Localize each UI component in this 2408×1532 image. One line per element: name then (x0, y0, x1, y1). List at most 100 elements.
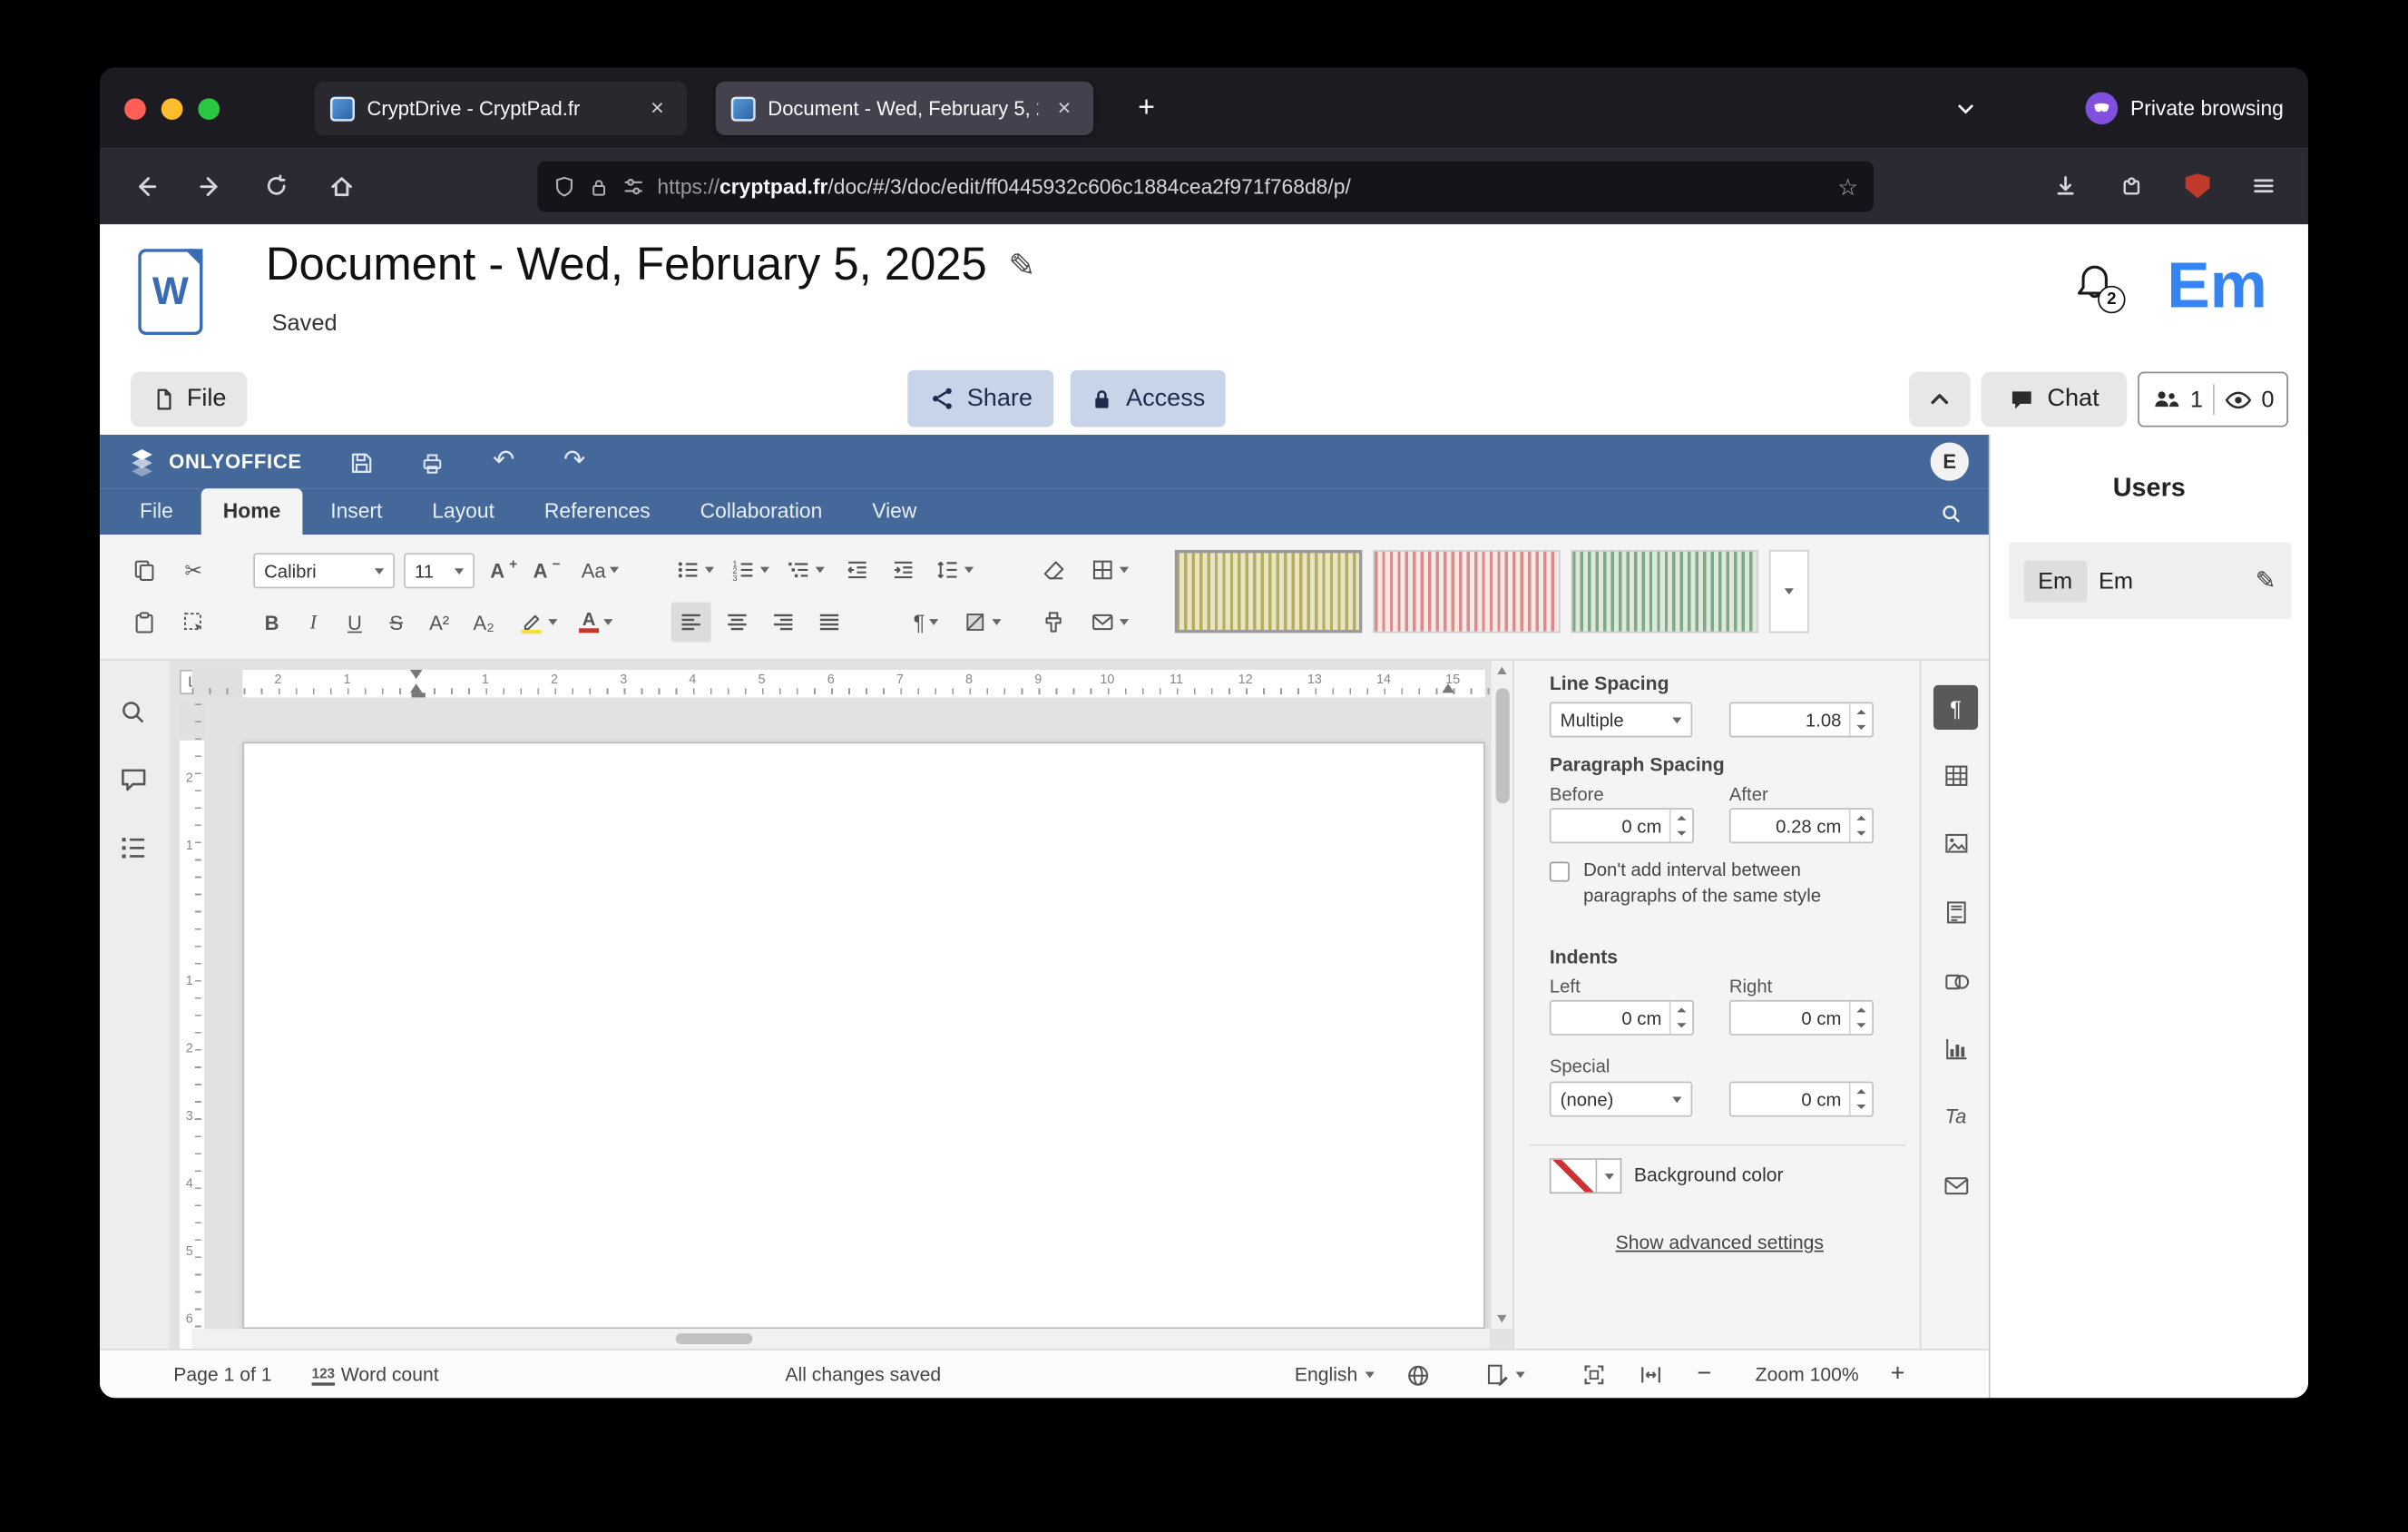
decrement-font-button[interactable]: A− (527, 550, 567, 590)
downloads-button[interactable] (2040, 160, 2092, 212)
access-button[interactable]: Access (1071, 370, 1226, 427)
notifications-button[interactable]: 2 (2070, 261, 2132, 329)
indent-left-spinner[interactable]: 0 cm (1550, 1000, 1694, 1036)
menu-home[interactable]: Home (201, 488, 302, 535)
mail-merge-settings-tab[interactable] (1933, 1163, 1978, 1207)
special-spinner[interactable]: 0 cm (1729, 1082, 1874, 1117)
align-center-button[interactable] (717, 602, 757, 642)
minimize-window-button[interactable] (162, 98, 183, 120)
subscript-button[interactable]: A₂ (464, 602, 504, 642)
font-color-button[interactable]: A (570, 602, 622, 642)
highlight-color-button[interactable] (512, 602, 564, 642)
rename-pencil-icon[interactable]: ✎ (1009, 247, 1036, 285)
strikethrough-button[interactable]: S (377, 602, 415, 642)
spinner-down-icon[interactable] (1851, 720, 1873, 736)
text-art-settings-tab[interactable]: Ta (1933, 1094, 1978, 1138)
style-preview-no-spacing[interactable] (1373, 550, 1560, 633)
spinner-down-icon[interactable] (1851, 826, 1873, 842)
spinner-down-icon[interactable] (1851, 1099, 1873, 1115)
horizontal-scrollbar[interactable] (192, 1329, 1490, 1349)
change-case-button[interactable]: Aa (573, 550, 628, 590)
align-justify-button[interactable] (809, 602, 849, 642)
language-select[interactable]: English (1295, 1350, 1375, 1398)
header-footer-settings-tab[interactable] (1933, 889, 1978, 934)
user-list-item[interactable]: Em Em ✎ (2009, 542, 2291, 619)
document-page[interactable] (242, 742, 1484, 1330)
scrollbar-thumb[interactable] (1496, 688, 1510, 803)
fit-page-button[interactable] (1581, 1350, 1606, 1398)
menu-file[interactable]: File (118, 488, 194, 535)
menu-view[interactable]: View (851, 488, 939, 535)
forward-button[interactable] (184, 160, 237, 212)
indent-right-spinner[interactable]: 0 cm (1729, 1000, 1874, 1036)
ublock-origin-button[interactable] (2171, 160, 2224, 212)
decrease-indent-button[interactable] (837, 550, 876, 590)
font-size-select[interactable]: 11 (404, 553, 475, 588)
chat-button[interactable]: Chat (1981, 372, 2127, 427)
menu-insert[interactable]: Insert (309, 488, 405, 535)
zoom-level[interactable]: Zoom 100% (1756, 1350, 1859, 1398)
spinner-up-icon[interactable] (1851, 703, 1873, 720)
save-button[interactable] (338, 442, 384, 482)
close-tab-icon[interactable]: × (643, 94, 671, 122)
vertical-scrollbar[interactable] (1490, 661, 1512, 1329)
line-spacing-spinner[interactable]: 1.08 (1729, 702, 1874, 738)
h-scrollbar-thumb[interactable] (676, 1333, 753, 1344)
copy-button[interactable] (124, 550, 164, 590)
presence-button[interactable]: 1 0 (2138, 372, 2288, 427)
word-count-button[interactable]: 123 Word count (312, 1350, 439, 1398)
close-tab-icon[interactable]: × (1051, 94, 1078, 122)
special-select[interactable]: (none) (1550, 1082, 1692, 1117)
reload-button[interactable] (250, 160, 303, 212)
new-tab-button[interactable]: + (1126, 87, 1168, 129)
back-button[interactable] (118, 160, 171, 212)
nonprinting-characters-button[interactable]: ¶ (902, 602, 951, 642)
menu-collaboration[interactable]: Collaboration (679, 488, 844, 535)
zoom-window-button[interactable] (198, 98, 220, 120)
scroll-up-arrow[interactable] (1497, 667, 1506, 674)
bullets-button[interactable] (671, 550, 718, 590)
spinner-up-icon[interactable] (1851, 1083, 1873, 1099)
vertical-ruler[interactable]: 21123456 (180, 703, 204, 1349)
spinner-down-icon[interactable] (1671, 826, 1693, 842)
bold-button[interactable]: B (253, 602, 290, 642)
collapse-toolbar-button[interactable] (1909, 372, 1971, 427)
superscript-button[interactable]: A² (419, 602, 459, 642)
clear-style-button[interactable] (1033, 550, 1073, 590)
spinner-up-icon[interactable] (1851, 1002, 1873, 1018)
spacing-before-spinner[interactable]: 0 cm (1550, 808, 1694, 843)
select-all-button[interactable] (173, 602, 213, 642)
redo-button[interactable]: ↷ (552, 441, 598, 481)
increment-font-button[interactable]: A+ (484, 550, 524, 590)
multilevel-list-button[interactable] (782, 550, 828, 590)
file-menu-button[interactable]: File (131, 372, 248, 427)
extensions-button[interactable] (2106, 160, 2158, 212)
menu-layout[interactable]: Layout (411, 488, 516, 535)
url-bar[interactable]: https://cryptpad.fr/doc/#/3/doc/edit/ff0… (537, 162, 1874, 212)
style-preview-heading[interactable] (1571, 550, 1758, 633)
editor-user-avatar[interactable]: E (1931, 442, 1969, 480)
first-line-indent-marker[interactable] (410, 670, 423, 679)
align-right-button[interactable] (763, 602, 803, 642)
account-avatar[interactable]: Em (2167, 249, 2267, 322)
tab-document-active[interactable]: Document - Wed, February 5, 2 × (716, 82, 1093, 135)
review-display-mode-button[interactable] (1485, 1350, 1525, 1398)
increase-indent-button[interactable] (883, 550, 923, 590)
navigation-button[interactable] (118, 832, 152, 866)
editor-search-button[interactable] (1933, 497, 1967, 528)
paste-button[interactable] (124, 602, 164, 642)
tab-cryptdrive[interactable]: CryptDrive - CryptPad.fr × (315, 82, 687, 135)
background-color-dropdown[interactable] (1597, 1158, 1621, 1193)
find-button[interactable] (118, 697, 152, 731)
horizontal-ruler[interactable]: 21123456789101112131415 (192, 670, 1490, 697)
shading-button[interactable] (956, 602, 1005, 642)
chart-settings-tab[interactable] (1933, 1026, 1978, 1071)
document-canvas[interactable] (204, 703, 1490, 1329)
home-button[interactable] (315, 160, 367, 212)
print-button[interactable] (408, 442, 455, 482)
page-indicator[interactable]: Page 1 of 1 (173, 1350, 271, 1398)
comments-button[interactable] (118, 765, 152, 799)
share-button[interactable]: Share (907, 370, 1053, 427)
no-interval-checkbox[interactable] (1550, 862, 1570, 882)
paragraph-borders-button[interactable] (1082, 550, 1135, 590)
